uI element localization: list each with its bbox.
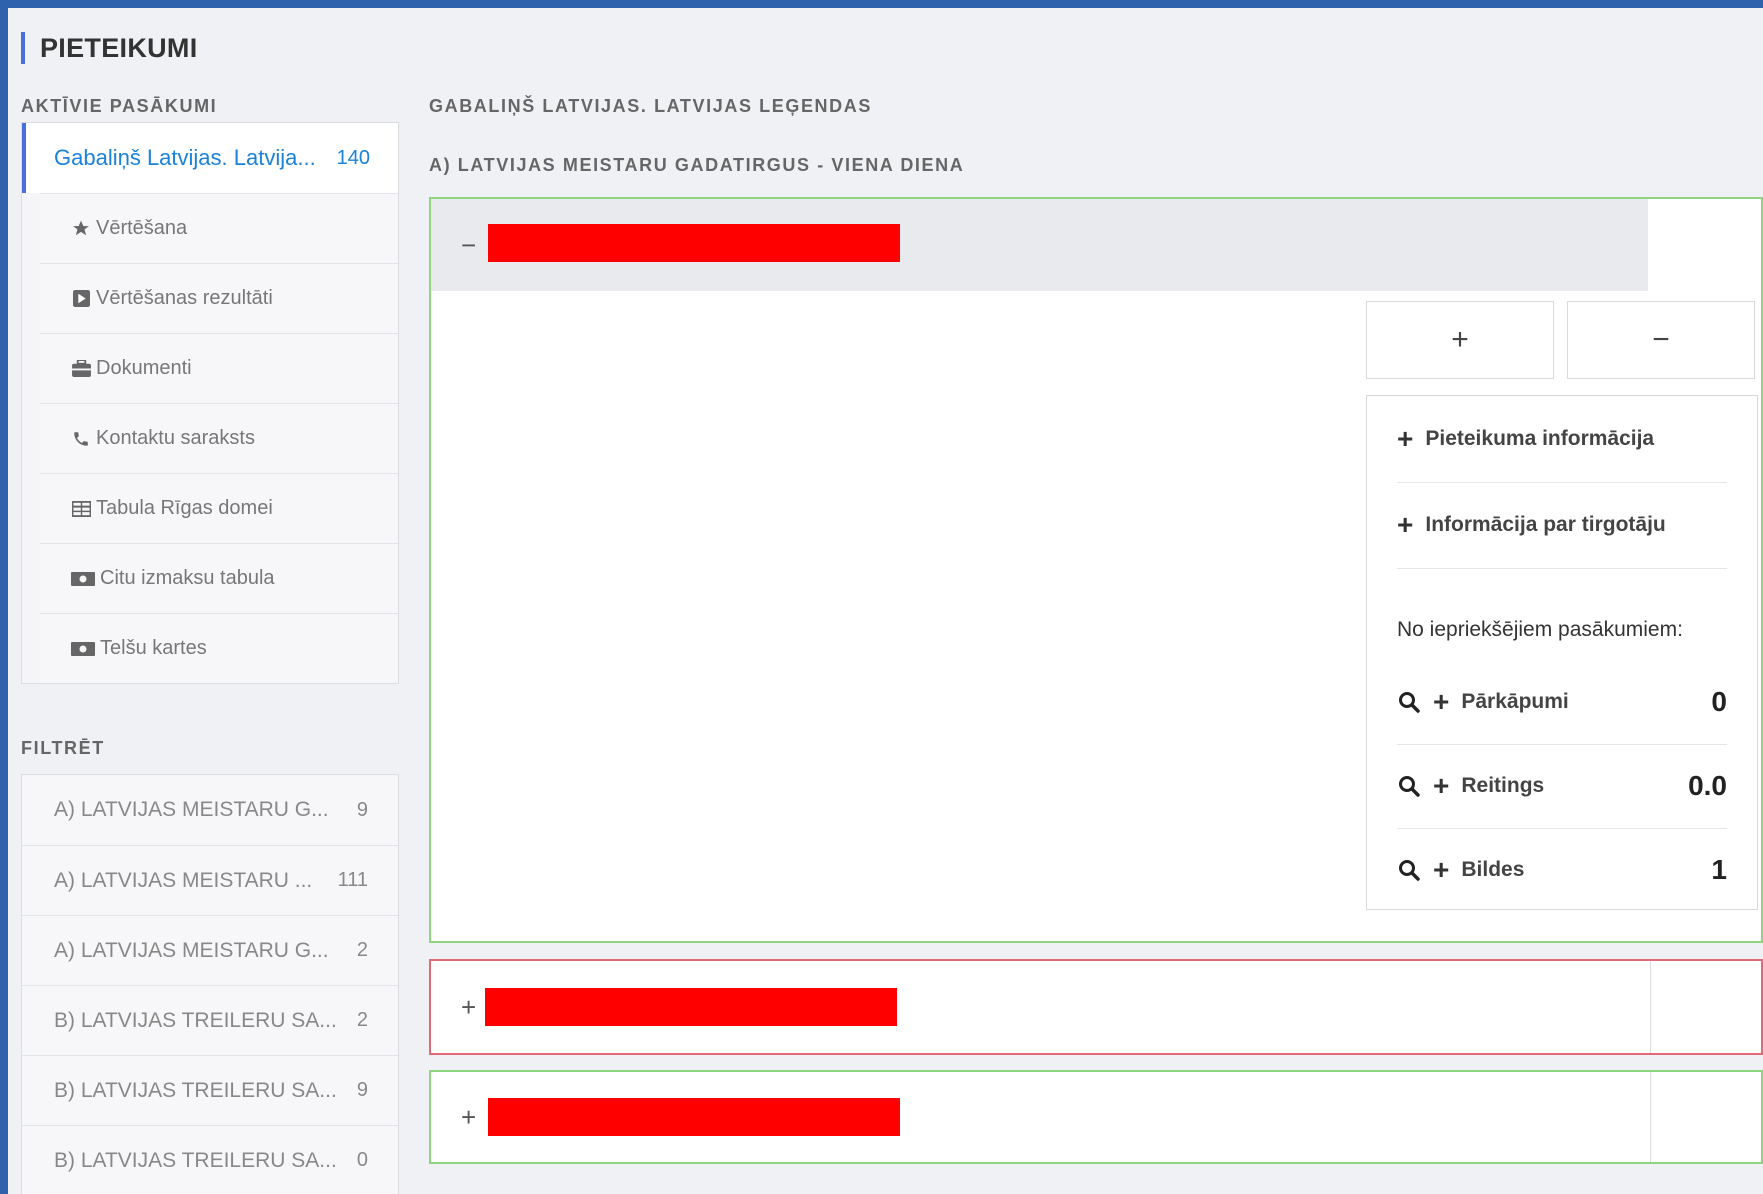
header-divider <box>1650 961 1651 1053</box>
page-title: PIETEIKUMI <box>21 32 198 64</box>
previous-events-heading: No iepriekšējiem pasākumiem: <box>1397 618 1683 641</box>
sidebar-item-label: Vērtēšanas rezultāti <box>96 287 273 309</box>
redacted-applicant-name <box>485 988 897 1026</box>
filter-item[interactable]: B) LATVIJAS TREILERU SA... 0 <box>22 1125 398 1194</box>
redacted-applicant-name <box>488 1098 900 1136</box>
filter-count: 2 <box>356 939 368 961</box>
link-label: Informācija par tirgotāju <box>1425 513 1666 536</box>
active-event-item[interactable]: Gabaliņš Latvijas. Latvija... 140 <box>22 123 398 193</box>
plus-icon[interactable]: + <box>1433 856 1449 884</box>
filter-label: B) LATVIJAS TREILERU SA... <box>54 1078 337 1102</box>
filter-item[interactable]: A) LATVIJAS MEISTARU ... 111 <box>22 845 398 915</box>
sidebar-item-telsu-kartes[interactable]: Telšu kartes <box>40 613 398 683</box>
application-panel-expanded: − + − + Pieteikuma informācija + Informā… <box>429 197 1763 943</box>
sidebar-item-kontaktu-saraksts[interactable]: Kontaktu saraksts <box>40 403 398 473</box>
star-icon <box>70 220 92 238</box>
sidebar-item-vertesanas-rezultati[interactable]: Vērtēšanas rezultāti <box>40 263 398 333</box>
sidebar-item-label: Kontaktu saraksts <box>96 427 255 449</box>
filter-count: 111 <box>337 869 368 891</box>
filter-label: B) LATVIJAS TREILERU SA... <box>54 1008 337 1032</box>
expand-toggle[interactable]: + <box>461 992 476 1023</box>
stat-label: Reitings <box>1461 774 1545 797</box>
category-title: A) LATVIJAS MEISTARU GADATIRGUS - VIENA … <box>429 155 965 175</box>
filter-label: A) LATVIJAS MEISTARU ... <box>54 868 313 892</box>
filter-count: 0 <box>356 1149 368 1171</box>
filter-list: A) LATVIJAS MEISTARU G... 9 A) LATVIJAS … <box>21 774 399 1194</box>
filter-label: A) LATVIJAS MEISTARU G... <box>54 938 329 962</box>
collapse-all-button[interactable]: − <box>1567 301 1755 379</box>
phone-icon <box>70 430 92 448</box>
sidebar-item-tabula-rigas-domei[interactable]: Tabula Rīgas domei <box>40 473 398 543</box>
link-label: Pieteikuma informācija <box>1425 427 1655 450</box>
sidebar-item-dokumenti[interactable]: Dokumenti <box>40 333 398 403</box>
play-square-icon <box>70 290 92 308</box>
search-icon[interactable] <box>1397 774 1421 798</box>
trader-info-link[interactable]: + Informācija par tirgotāju <box>1397 482 1727 569</box>
stat-row-rating[interactable]: + Reitings 0.0 <box>1397 744 1727 829</box>
stat-row-photos[interactable]: + Bildes 1 <box>1397 828 1727 912</box>
stat-value: 0.0 <box>1688 770 1727 801</box>
sidebar-item-label: Tabula Rīgas domei <box>96 497 273 519</box>
table-icon <box>70 500 92 518</box>
active-events-heading: AKTĪVIE PASĀKUMI <box>21 96 218 116</box>
stat-row-violations[interactable]: + Pārkāpumi 0 <box>1397 660 1727 745</box>
money-icon <box>70 640 96 658</box>
sidebar-item-vertesana[interactable]: Vērtēšana <box>40 193 398 263</box>
stat-label: Pārkāpumi <box>1461 690 1569 713</box>
sidebar-item-label: Citu izmaksu tabula <box>100 567 275 589</box>
application-panel-collapsed[interactable]: + <box>429 1070 1763 1164</box>
panel-header[interactable]: + <box>431 1072 1761 1162</box>
filter-label: B) LATVIJAS TREILERU SA... <box>54 1148 337 1172</box>
redacted-applicant-name <box>488 224 900 262</box>
stat-label: Bildes <box>1461 858 1525 881</box>
filter-label: A) LATVIJAS MEISTARU G... <box>54 798 329 821</box>
filter-item[interactable]: B) LATVIJAS TREILERU SA... 9 <box>22 1055 398 1125</box>
expand-toggle[interactable]: + <box>461 1102 476 1133</box>
active-events-list: Gabaliņš Latvijas. Latvija... 140 Vērtēš… <box>21 122 399 684</box>
event-title: GABALIŅŠ LATVIJAS. LATVIJAS LEĢENDAS <box>429 96 872 116</box>
sidebar-item-label: Vērtēšana <box>96 217 188 239</box>
filter-count: 2 <box>356 1009 368 1031</box>
sidebar-item-label: Dokumenti <box>96 357 192 379</box>
filter-item[interactable]: A) LATVIJAS MEISTARU G... 2 <box>22 915 398 985</box>
filter-count: 9 <box>356 1079 368 1101</box>
panel-header[interactable]: − <box>431 199 1761 291</box>
app-frame: PIETEIKUMI AKTĪVIE PASĀKUMI Gabaliņš Lat… <box>8 8 1763 1194</box>
application-info-link[interactable]: + Pieteikuma informācija <box>1397 396 1727 483</box>
sidebar-item-label: Telšu kartes <box>100 637 207 659</box>
expand-all-button[interactable]: + <box>1366 301 1554 379</box>
application-panel-collapsed[interactable]: + <box>429 959 1763 1055</box>
filter-count: 9 <box>356 798 368 821</box>
stat-value: 0 <box>1711 686 1727 717</box>
money-icon <box>70 570 96 588</box>
filter-item[interactable]: B) LATVIJAS TREILERU SA... 2 <box>22 985 398 1055</box>
header-divider <box>1650 1072 1651 1162</box>
plus-icon[interactable]: + <box>1433 688 1449 716</box>
collapse-toggle[interactable]: − <box>461 230 476 261</box>
sidebar-item-citu-izmaksu-tabula[interactable]: Citu izmaksu tabula <box>40 543 398 613</box>
plus-icon[interactable]: + <box>1433 772 1449 800</box>
search-icon[interactable] <box>1397 858 1421 882</box>
plus-icon: + <box>1397 423 1414 454</box>
plus-icon: + <box>1397 509 1414 540</box>
filter-heading: FILTRĒT <box>21 738 105 758</box>
filter-item[interactable]: A) LATVIJAS MEISTARU G... 9 <box>22 775 398 845</box>
active-event-label: Gabaliņš Latvijas. Latvija... <box>54 145 316 170</box>
search-icon[interactable] <box>1397 690 1421 714</box>
active-event-count: 140 <box>336 146 370 169</box>
panel-header[interactable]: + <box>431 961 1761 1053</box>
stat-value: 1 <box>1711 854 1727 885</box>
application-info-box: + Pieteikuma informācija + Informācija p… <box>1366 395 1758 910</box>
briefcase-icon <box>70 360 92 378</box>
